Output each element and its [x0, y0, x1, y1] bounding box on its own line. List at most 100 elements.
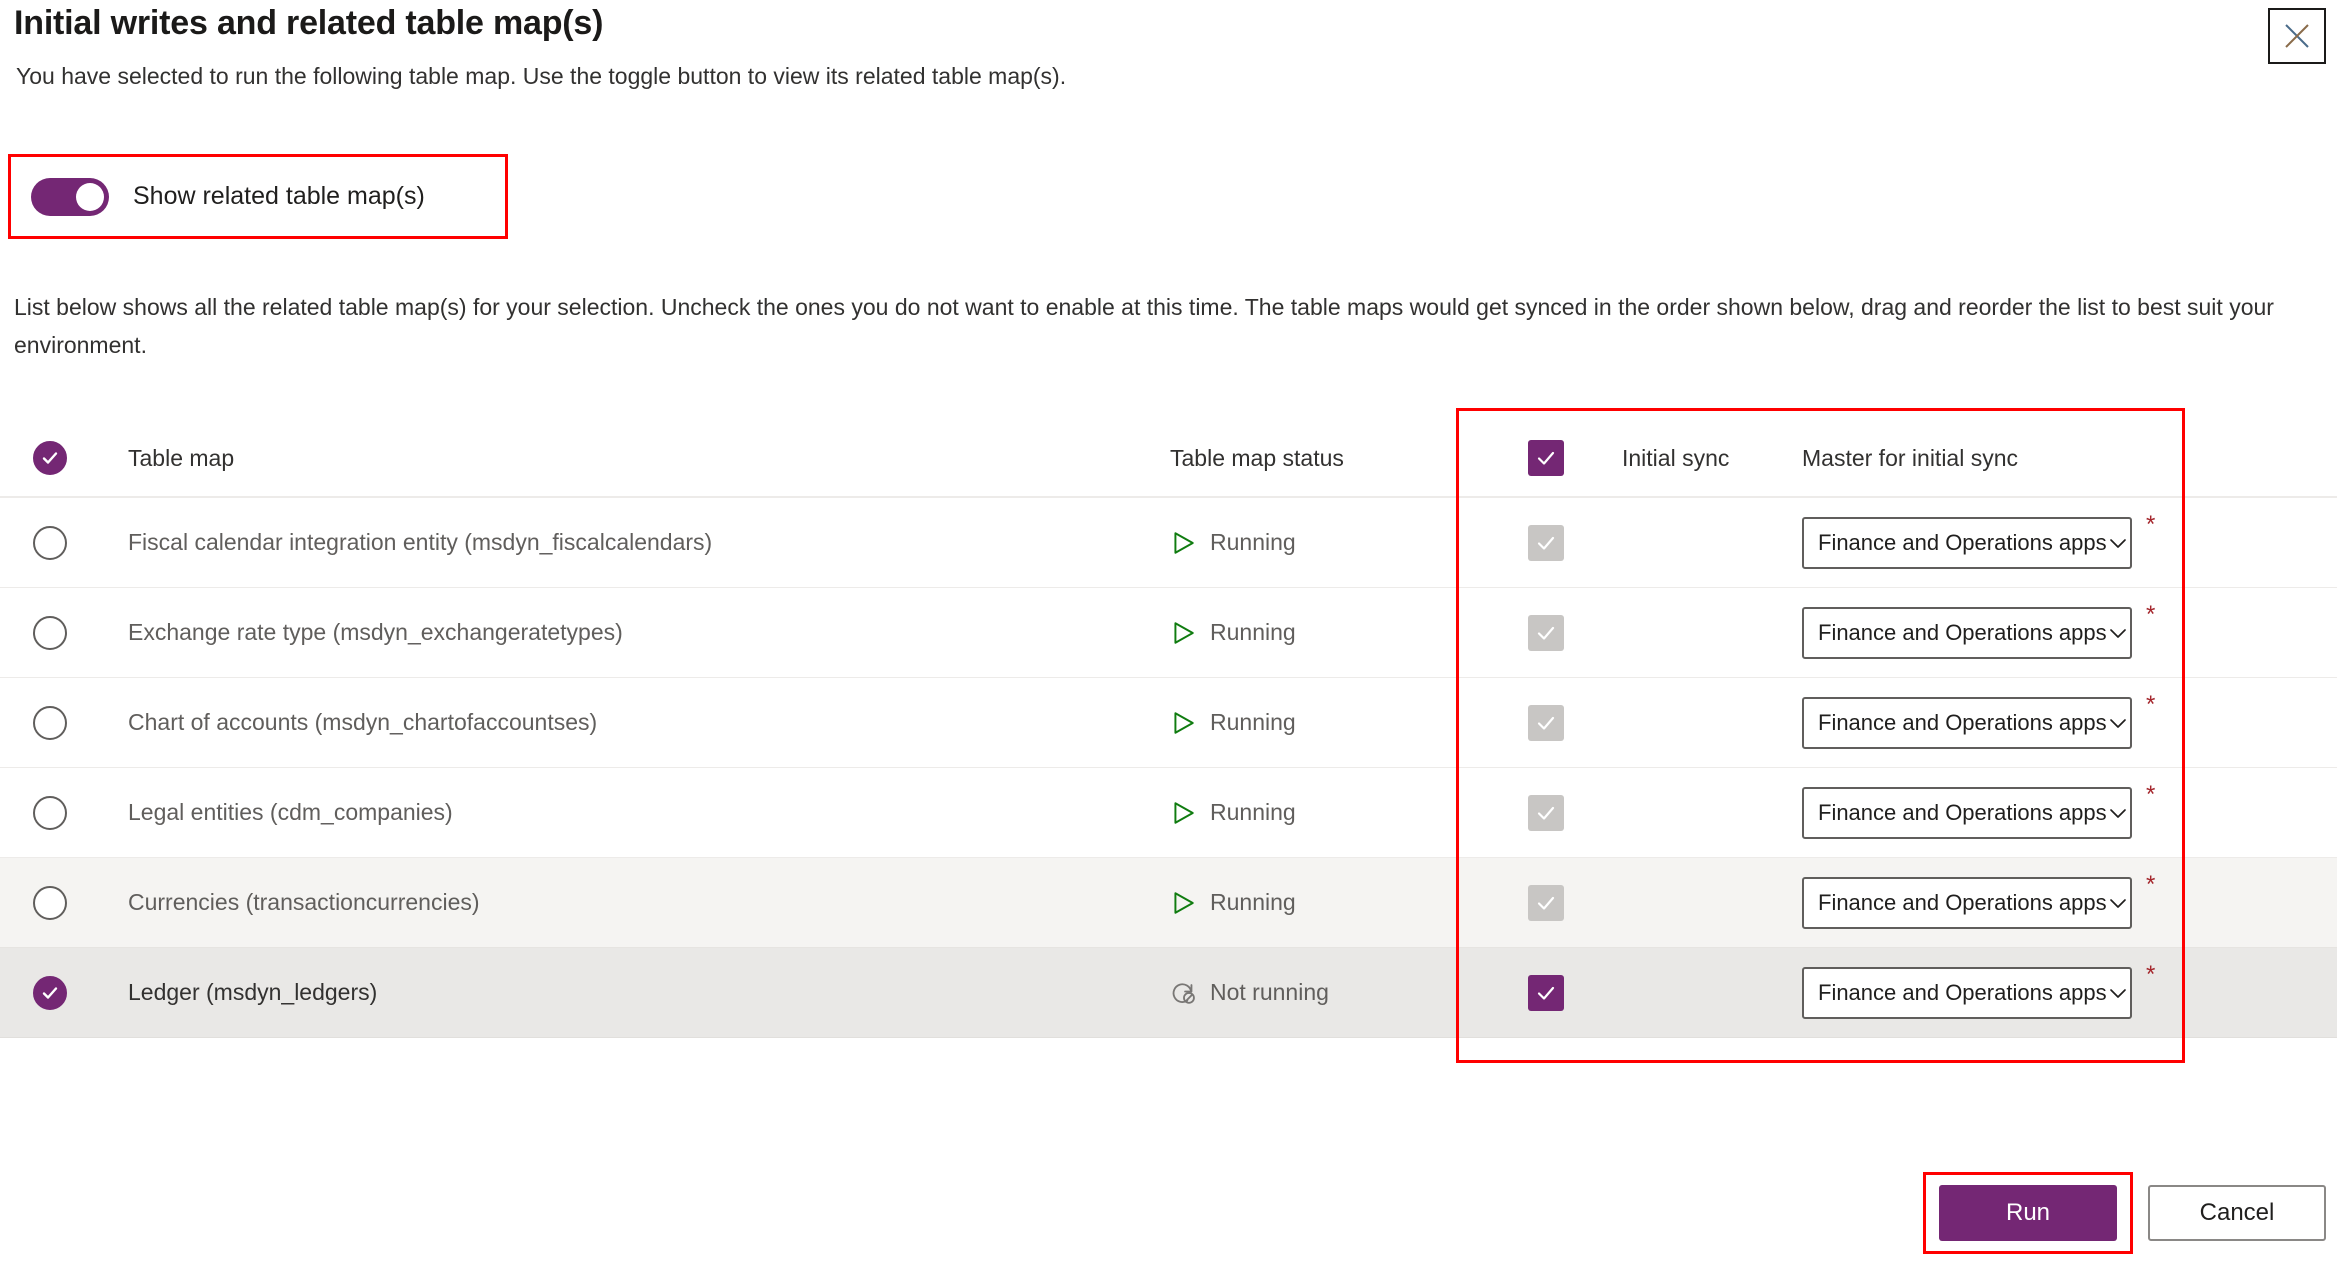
table-row[interactable]: Exchange rate type (msdyn_exchangeratety… [0, 588, 2337, 678]
row-table-map-status: Running [1170, 619, 1470, 646]
row-select-cell [0, 705, 100, 740]
row-initial-sync-cell [1470, 704, 1622, 741]
initial-sync-header-cell [1470, 440, 1622, 476]
chevron-down-icon [2107, 892, 2129, 914]
row-table-map-name: Ledger (msdyn_ledgers) [128, 979, 378, 1005]
run-button[interactable]: Run [1939, 1185, 2117, 1241]
row-table-map-status: Not running [1170, 979, 1470, 1006]
row-initial-sync-checkbox [1528, 614, 1564, 651]
row-select-checkbox[interactable] [33, 705, 67, 740]
master-dropdown-value: Finance and Operations apps [1818, 799, 2107, 825]
row-table-map-name: Exchange rate type (msdyn_exchangeratety… [128, 619, 623, 645]
row-initial-sync-checkbox [1528, 524, 1564, 561]
initial-sync-header-labels: Initial sync Master for initial sync [1622, 445, 2337, 472]
play-icon [1174, 801, 1194, 824]
table-maps-table: Table map Table map status Initial sync … [0, 420, 2337, 1038]
row-select-cell [0, 795, 100, 830]
row-table-map-name: Legal entities (cdm_companies) [128, 799, 453, 825]
master-for-initial-sync-dropdown[interactable]: Finance and Operations apps [1802, 696, 2132, 749]
column-header-initial-sync: Initial sync [1622, 444, 1730, 471]
column-header-table-map[interactable]: Table map [100, 445, 1170, 472]
row-table-map-name: Currencies (transactioncurrencies) [128, 889, 480, 915]
table-header-row: Table map Table map status Initial sync … [0, 420, 2337, 498]
required-asterisk: * [2146, 510, 2156, 538]
row-select-checkbox[interactable] [33, 975, 67, 1010]
show-related-table-maps-toggle[interactable] [31, 177, 109, 216]
master-for-initial-sync-dropdown[interactable]: Finance and Operations apps [1802, 516, 2132, 569]
row-master-cell: Finance and Operations apps * [1622, 961, 2337, 1019]
column-header-master-for-initial-sync: Master for initial sync [1802, 444, 2019, 471]
required-asterisk: * [2146, 690, 2156, 718]
dialog-subtitle: You have selected to run the following t… [16, 63, 1067, 89]
select-all-checkbox[interactable] [33, 441, 67, 475]
row-select-checkbox[interactable] [33, 795, 67, 830]
row-status-label: Running [1210, 709, 1296, 735]
cancel-button[interactable]: Cancel [2148, 1185, 2326, 1241]
row-select-checkbox[interactable] [33, 525, 67, 560]
column-header-table-map-status[interactable]: Table map status [1170, 445, 1470, 472]
master-dropdown-value: Finance and Operations apps [1818, 529, 2107, 555]
row-status-label: Running [1210, 529, 1296, 555]
row-master-cell: Finance and Operations apps * [1622, 781, 2337, 839]
intro-paragraph: List below shows all the related table m… [14, 294, 2274, 358]
play-icon [1174, 711, 1194, 734]
play-icon [1174, 891, 1194, 914]
page-title: Initial writes and related table map(s) [14, 4, 604, 42]
row-master-cell: Finance and Operations apps * [1622, 871, 2337, 929]
show-related-table-maps-label: Show related table map(s) [133, 182, 425, 210]
row-initial-sync-checkbox [1528, 794, 1564, 831]
row-table-map-status: Running [1170, 529, 1470, 556]
row-status-label: Running [1210, 619, 1296, 645]
row-master-cell: Finance and Operations apps * [1622, 691, 2337, 749]
row-initial-sync-cell [1470, 884, 1622, 921]
required-asterisk: * [2146, 870, 2156, 898]
table-row[interactable]: Legal entities (cdm_companies) Running Fin… [0, 768, 2337, 858]
master-dropdown-value: Finance and Operations apps [1818, 979, 2107, 1005]
table-row[interactable]: Chart of accounts (msdyn_chartofaccounts… [0, 678, 2337, 768]
row-select-checkbox[interactable] [33, 885, 67, 920]
row-status-label: Not running [1210, 979, 1329, 1005]
row-initial-sync-checkbox [1528, 884, 1564, 921]
master-for-initial-sync-dropdown[interactable]: Finance and Operations apps [1802, 606, 2132, 659]
row-select-cell [0, 975, 100, 1010]
row-table-map-status: Running [1170, 709, 1470, 736]
chevron-down-icon [2107, 982, 2129, 1004]
chevron-down-icon [2107, 532, 2129, 554]
master-dropdown-value: Finance and Operations apps [1818, 709, 2107, 735]
close-icon [2282, 21, 2312, 51]
row-initial-sync-cell [1470, 614, 1622, 651]
chevron-down-icon [2107, 712, 2129, 734]
row-initial-sync-cell [1470, 974, 1622, 1011]
row-status-label: Running [1210, 889, 1296, 915]
table-row[interactable]: Fiscal calendar integration entity (msdy… [0, 498, 2337, 588]
row-initial-sync-checkbox[interactable] [1528, 974, 1564, 1011]
table-row[interactable]: Currencies (transactioncurrencies) Runnin… [0, 858, 2337, 948]
table-row[interactable]: Ledger (msdyn_ledgers) Not running Finance… [0, 948, 2337, 1038]
row-table-map-status: Running [1170, 889, 1470, 916]
row-initial-sync-cell [1470, 794, 1622, 831]
run-button-callout: Run [1923, 1172, 2133, 1254]
row-select-checkbox[interactable] [33, 615, 67, 650]
row-status-label: Running [1210, 799, 1296, 825]
close-button[interactable] [2268, 8, 2326, 64]
row-master-cell: Finance and Operations apps * [1622, 601, 2337, 659]
play-icon [1174, 621, 1194, 644]
row-select-cell [0, 885, 100, 920]
required-asterisk: * [2146, 780, 2156, 808]
toggle-knob [76, 182, 104, 211]
master-for-initial-sync-dropdown[interactable]: Finance and Operations apps [1802, 786, 2132, 839]
master-for-initial-sync-dropdown[interactable]: Finance and Operations apps [1802, 966, 2132, 1019]
chevron-down-icon [2107, 622, 2129, 644]
row-select-cell [0, 525, 100, 560]
row-table-map-name: Fiscal calendar integration entity (msdy… [128, 529, 713, 555]
not-running-icon [1172, 982, 1195, 1004]
required-asterisk: * [2146, 960, 2156, 988]
row-initial-sync-cell [1470, 524, 1622, 561]
row-table-map-name: Chart of accounts (msdyn_chartofaccounts… [128, 709, 598, 735]
initial-sync-select-all-checkbox[interactable] [1528, 440, 1564, 476]
show-related-toggle-callout: Show related table map(s) [8, 154, 508, 239]
row-master-cell: Finance and Operations apps * [1622, 511, 2337, 569]
chevron-down-icon [2107, 802, 2129, 824]
row-table-map-status: Running [1170, 799, 1470, 826]
master-for-initial-sync-dropdown[interactable]: Finance and Operations apps [1802, 876, 2132, 929]
